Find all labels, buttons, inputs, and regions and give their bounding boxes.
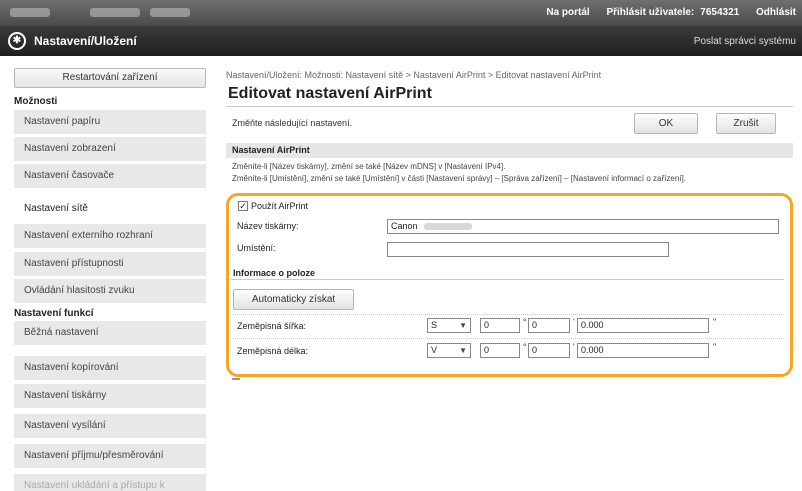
divider — [233, 338, 784, 339]
sidebar-item-copy[interactable]: Nastavení kopírování — [14, 356, 206, 381]
sidebar-item-volume[interactable]: Ovládání hlasitosti zvuku — [14, 279, 206, 304]
location-label: Umístění: — [237, 243, 276, 253]
second-symbol: " — [713, 342, 717, 352]
latitude-direction-select[interactable]: S ▼ — [427, 318, 471, 333]
top-links: Na portál Přihlásit uživatele: 7654321 Od… — [532, 7, 796, 18]
note-printer-name: Změníte-li [Název tiskárny], změní se ta… — [232, 162, 506, 171]
canon-logo-icon: ✱ — [8, 32, 26, 50]
sidebar-item-display[interactable]: Nastavení zobrazení — [14, 137, 206, 162]
sidebar-item-external-interface[interactable]: Nastavení externího rozhraní — [14, 224, 206, 249]
auto-obtain-button[interactable]: Automaticky získat — [233, 289, 354, 310]
ok-button[interactable]: OK — [634, 113, 698, 134]
sidebar-item-store-access[interactable]: Nastavení ukládání a přístupu k — [14, 474, 206, 491]
latitude-minutes-input[interactable]: 0 — [528, 318, 570, 333]
scroll-top-icon[interactable] — [232, 378, 240, 384]
position-info-heading: Informace o poloze — [233, 268, 316, 278]
top-bar: Na portál Přihlásit uživatele: 7654321 Od… — [0, 0, 802, 26]
longitude-minutes-input[interactable]: 0 — [528, 343, 570, 358]
divider — [226, 106, 793, 107]
sidebar-item-common[interactable]: Běžná nastavení — [14, 321, 206, 346]
sidebar-group-options: Možnosti — [14, 96, 58, 107]
sidebar-item-accessibility[interactable]: Nastavení přístupnosti — [14, 252, 206, 277]
divider — [233, 314, 784, 315]
use-airprint-checkbox[interactable]: ✓ — [238, 201, 248, 211]
sidebar-item-timer[interactable]: Nastavení časovače — [14, 164, 206, 189]
login-label: Přihlásit uživatele: — [606, 7, 695, 18]
page-title: Editovat nastavení AirPrint — [228, 85, 432, 102]
use-airprint-label: Použít AirPrint — [251, 201, 309, 211]
sidebar-item-network[interactable]: Nastavení sítě — [14, 197, 206, 222]
logout-link[interactable]: Odhlásit — [756, 7, 796, 18]
sidebar-item-printer[interactable]: Nastavení tiskárny — [14, 384, 206, 409]
degree-symbol: ° — [523, 342, 527, 352]
cancel-button[interactable]: Zrušit — [716, 113, 776, 134]
sidebar-item-receive[interactable]: Nastavení příjmu/přesměrování — [14, 444, 206, 469]
minute-symbol: ' — [573, 317, 575, 327]
chevron-down-icon: ▼ — [459, 321, 467, 330]
sidebar-item-paper[interactable]: Nastavení papíru — [14, 110, 206, 135]
latitude-label: Zeměpisná šířka: — [237, 321, 307, 331]
restart-button[interactable]: Restartování zařízení — [14, 68, 206, 88]
sidebar-item-send[interactable]: Nastavení vysílání — [14, 414, 206, 439]
minute-symbol: ' — [573, 342, 575, 352]
mail-admin-link[interactable]: Poslat správci systému — [694, 36, 796, 47]
longitude-seconds-input[interactable]: 0.000 — [577, 343, 709, 358]
longitude-direction-value: V — [431, 345, 438, 355]
breadcrumb: Nastavení/Uložení: Možnosti: Nastavení s… — [226, 70, 602, 80]
degree-symbol: ° — [523, 317, 527, 327]
longitude-direction-select[interactable]: V ▼ — [427, 343, 471, 358]
portal-link[interactable]: Na portál — [546, 7, 589, 18]
app-title: Nastavení/Uložení — [34, 34, 137, 48]
longitude-degrees-input[interactable]: 0 — [480, 343, 520, 358]
sidebar: Restartování zařízení Možnosti Nastavení… — [14, 64, 206, 491]
second-symbol: " — [713, 317, 717, 327]
printer-name-input[interactable]: Canon — [387, 219, 779, 234]
note-location: Změníte-li [Umístění], změní se také [Um… — [232, 174, 686, 183]
location-input[interactable] — [387, 242, 669, 257]
sidebar-group-functions: Nastavení funkcí — [14, 308, 94, 319]
user-id: 7654321 — [700, 7, 740, 18]
chevron-down-icon: ▼ — [459, 346, 467, 355]
printer-name-label: Název tiskárny: — [237, 221, 299, 231]
blurred-text — [90, 8, 140, 17]
longitude-label: Zeměpisná délka: — [237, 346, 309, 356]
latitude-seconds-input[interactable]: 0.000 — [577, 318, 709, 333]
instruction-text: Změňte následující nastavení. — [232, 118, 353, 128]
blurred-serial — [423, 223, 472, 231]
section-header: Nastavení AirPrint — [226, 143, 793, 158]
printer-name-value: Canon — [391, 221, 418, 231]
app-header: ✱ Nastavení/Uložení Poslat správci systé… — [0, 26, 802, 56]
blurred-text — [150, 8, 190, 17]
blurred-logo — [10, 8, 50, 17]
latitude-degrees-input[interactable]: 0 — [480, 318, 520, 333]
latitude-direction-value: S — [431, 320, 438, 330]
divider — [231, 279, 784, 280]
